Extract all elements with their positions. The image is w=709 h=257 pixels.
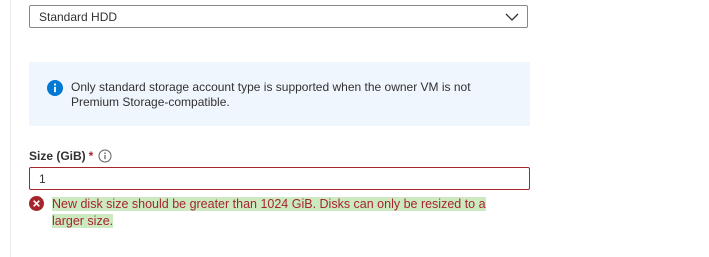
storage-type-selected-value: Standard HDD — [39, 10, 118, 24]
chevron-down-icon — [505, 13, 519, 21]
validation-error-text: New disk size should be greater than 102… — [52, 197, 486, 228]
info-circle-icon[interactable] — [98, 149, 112, 163]
validation-error-message: New disk size should be greater than 102… — [52, 196, 512, 230]
size-field-label: Size (GiB) — [29, 149, 86, 163]
size-input[interactable] — [29, 167, 530, 190]
info-message-bar: Only standard storage account type is su… — [29, 62, 530, 126]
required-indicator: * — [88, 149, 94, 163]
size-field-label-row: Size (GiB) * — [29, 148, 112, 164]
info-icon — [47, 80, 63, 96]
error-icon — [29, 196, 44, 211]
panel-divider — [10, 0, 11, 257]
info-message-text: Only standard storage account type is su… — [71, 80, 471, 109]
storage-type-dropdown[interactable]: Standard HDD — [29, 5, 528, 28]
